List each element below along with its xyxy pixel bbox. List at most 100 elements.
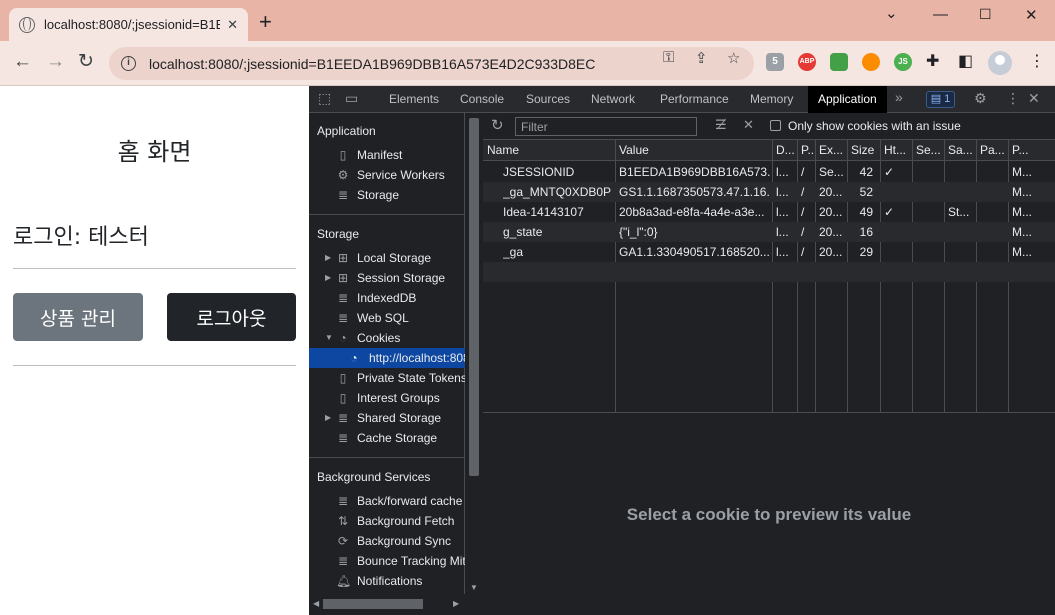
customize-menu-icon[interactable]: ⋮ bbox=[1006, 91, 1020, 105]
profile-avatar[interactable] bbox=[988, 51, 1012, 75]
scroll-left-arrow-icon[interactable]: ◀ bbox=[313, 599, 319, 608]
close-tab-icon[interactable]: ✕ bbox=[227, 17, 238, 33]
web-page: 홈 화면 로그인: 테스터 상품 관리 로그아웃 bbox=[0, 86, 309, 615]
menu-icon[interactable]: ⋮ bbox=[1029, 51, 1045, 71]
chevron-down-icon[interactable]: ⌄ bbox=[885, 4, 898, 22]
expand-arrow-icon[interactable]: ▶ bbox=[325, 408, 331, 428]
logout-button[interactable]: 로그아웃 bbox=[167, 293, 296, 341]
sidebar-item-interest-groups[interactable]: ▯ Interest Groups bbox=[309, 388, 465, 408]
header-col-expires[interactable]: Ex... bbox=[819, 140, 845, 160]
delete-selected-icon[interactable]: ✕ bbox=[743, 118, 754, 131]
tab-console[interactable]: Console bbox=[460, 86, 504, 113]
tab-application[interactable]: Application bbox=[808, 86, 887, 113]
key-icon[interactable]: ⚿ bbox=[663, 49, 674, 66]
cell-secure bbox=[916, 202, 942, 222]
browser-tab[interactable]: localhost:8080/;jsessionid=B1EED ✕ bbox=[9, 8, 248, 41]
header-col-partition[interactable]: Pa... bbox=[980, 140, 1006, 160]
scroll-right-arrow-icon[interactable]: ▶ bbox=[453, 599, 459, 608]
sidebar-item-notifications[interactable]: 🔔︎ Notifications bbox=[309, 571, 465, 591]
sidebar-item-background-sync[interactable]: ⟳ Background Sync bbox=[309, 531, 465, 551]
sidebar-item-manifest[interactable]: ▯ Manifest bbox=[309, 145, 465, 165]
bookmark-star-icon[interactable]: ☆ bbox=[727, 49, 740, 67]
cell-partition bbox=[980, 202, 1006, 222]
cell-path: / bbox=[801, 225, 805, 239]
extension-5-icon[interactable]: 5 bbox=[766, 53, 784, 71]
cell-path: / bbox=[801, 245, 805, 259]
tab-network[interactable]: Network bbox=[591, 86, 635, 113]
refresh-icon[interactable]: ↻ bbox=[491, 118, 504, 133]
reload-icon[interactable]: ↻ bbox=[78, 52, 94, 71]
header-col-value[interactable]: Value bbox=[619, 140, 770, 160]
extensions-puzzle-icon[interactable]: ✚ bbox=[926, 51, 939, 71]
issues-badge[interactable]: ▤ 1 bbox=[926, 91, 955, 108]
close-window-icon[interactable]: ✕ bbox=[1025, 6, 1038, 24]
sidebar-item-local-storage[interactable]: ▶ ⊞ Local Storage bbox=[309, 248, 465, 268]
scrollbar-thumb[interactable] bbox=[323, 599, 423, 609]
header-col-name[interactable]: Name bbox=[487, 140, 613, 160]
sidebar-item-cookies[interactable]: ▼ ◔ Cookies bbox=[309, 328, 465, 348]
tab-elements[interactable]: Elements bbox=[389, 86, 439, 113]
sidebar-item-back-forward-cache[interactable]: ≣ Back/forward cache bbox=[309, 491, 465, 511]
extension-color-icon[interactable] bbox=[830, 53, 848, 71]
header-col-httponly[interactable]: Ht... bbox=[884, 140, 910, 160]
settings-gear-icon[interactable]: ⚙ bbox=[974, 91, 987, 105]
header-col-path[interactable]: P... bbox=[801, 140, 813, 160]
new-tab-icon[interactable]: + bbox=[259, 11, 272, 33]
header-col-samesite[interactable]: Sa... bbox=[948, 140, 974, 160]
tab-memory[interactable]: Memory bbox=[750, 86, 793, 113]
sidebar-item-web-sql[interactable]: ≣ Web SQL bbox=[309, 308, 465, 328]
filter-input[interactable] bbox=[515, 117, 697, 136]
cell-domain: l... bbox=[776, 165, 789, 179]
cell-path: / bbox=[801, 205, 805, 219]
device-toolbar-icon[interactable]: ▭ bbox=[345, 91, 358, 105]
maximize-icon[interactable]: ☐ bbox=[979, 6, 992, 23]
page-title: 홈 화면 bbox=[117, 138, 192, 166]
address-bar[interactable]: i localhost:8080/;jsessionid=B1EEDA1B969… bbox=[109, 47, 754, 80]
back-icon[interactable]: ← bbox=[13, 52, 32, 71]
cell-secure bbox=[916, 182, 942, 202]
sidebar-item-shared-storage[interactable]: ▶ ≣ Shared Storage bbox=[309, 408, 465, 428]
sidebar-item-storage[interactable]: ≣ Storage bbox=[309, 185, 465, 205]
sidebar-item-cache-storage[interactable]: ≣ Cache Storage bbox=[309, 428, 465, 448]
sidebar-item-private-state-tokens[interactable]: ▯ Private State Tokens bbox=[309, 368, 465, 388]
sidebar-item-bounce-tracking[interactable]: ≣Bounce Tracking Mitigations bbox=[309, 551, 465, 571]
sidebar-item-session-storage[interactable]: ▶ ⊞ Session Storage bbox=[309, 268, 465, 288]
more-tabs-icon[interactable]: » bbox=[895, 90, 903, 104]
cell-expires: 20... bbox=[819, 225, 843, 239]
tab-performance[interactable]: Performance bbox=[660, 86, 729, 113]
table-icon: ⊞ bbox=[337, 271, 349, 285]
extension-js-icon[interactable]: JS bbox=[894, 53, 912, 71]
cell-secure bbox=[916, 162, 942, 182]
expand-arrow-icon[interactable]: ▶ bbox=[325, 268, 331, 288]
collapse-arrow-icon[interactable]: ▼ bbox=[325, 328, 333, 348]
expand-arrow-icon[interactable]: ▶ bbox=[325, 248, 331, 268]
manage-products-button[interactable]: 상품 관리 bbox=[13, 293, 143, 341]
sidebar-item-background-fetch[interactable]: ⇅ Background Fetch bbox=[309, 511, 465, 531]
sidebar-horizontal-scrollbar[interactable]: ◀ ▶ bbox=[309, 594, 465, 615]
inspect-element-icon[interactable]: ⬚ bbox=[318, 91, 331, 105]
side-panel-icon[interactable]: ◧ bbox=[958, 51, 973, 71]
sidebar-item-cookies-origin[interactable]: ◔http://localhost:8080 bbox=[309, 348, 465, 368]
forward-icon[interactable]: → bbox=[46, 52, 65, 71]
scrollbar-thumb[interactable] bbox=[469, 118, 479, 476]
adblock-icon[interactable]: ABP bbox=[798, 53, 816, 71]
tab-strip: localhost:8080/;jsessionid=B1EED ✕ + ⌄ —… bbox=[0, 0, 1055, 41]
cell-name: Idea-14143107 bbox=[503, 205, 584, 219]
scroll-down-arrow-icon[interactable]: ▼ bbox=[470, 583, 478, 592]
only-issues-checkbox[interactable] bbox=[770, 120, 781, 131]
clear-all-cookies-icon[interactable]: ☰̸ bbox=[715, 118, 727, 131]
sidebar-item-service-workers[interactable]: ⚙ Service Workers bbox=[309, 165, 465, 185]
header-col-secure[interactable]: Se... bbox=[916, 140, 942, 160]
share-icon[interactable]: ⇪ bbox=[695, 49, 708, 67]
sidebar-vertical-scrollbar[interactable]: ▼ bbox=[466, 113, 482, 594]
close-devtools-icon[interactable]: ✕ bbox=[1028, 91, 1040, 105]
sidebar-item-indexeddb[interactable]: ≣ IndexedDB bbox=[309, 288, 465, 308]
minimize-icon[interactable]: — bbox=[933, 6, 948, 23]
header-col-priority[interactable]: P... bbox=[1012, 140, 1053, 160]
header-col-size[interactable]: Size bbox=[851, 140, 878, 160]
extension-orange-icon[interactable] bbox=[862, 53, 880, 71]
tab-sources[interactable]: Sources bbox=[526, 86, 570, 113]
cell-size: 16 bbox=[859, 225, 873, 239]
header-col-domain[interactable]: D... bbox=[776, 140, 795, 160]
site-info-icon[interactable]: i bbox=[121, 56, 136, 71]
